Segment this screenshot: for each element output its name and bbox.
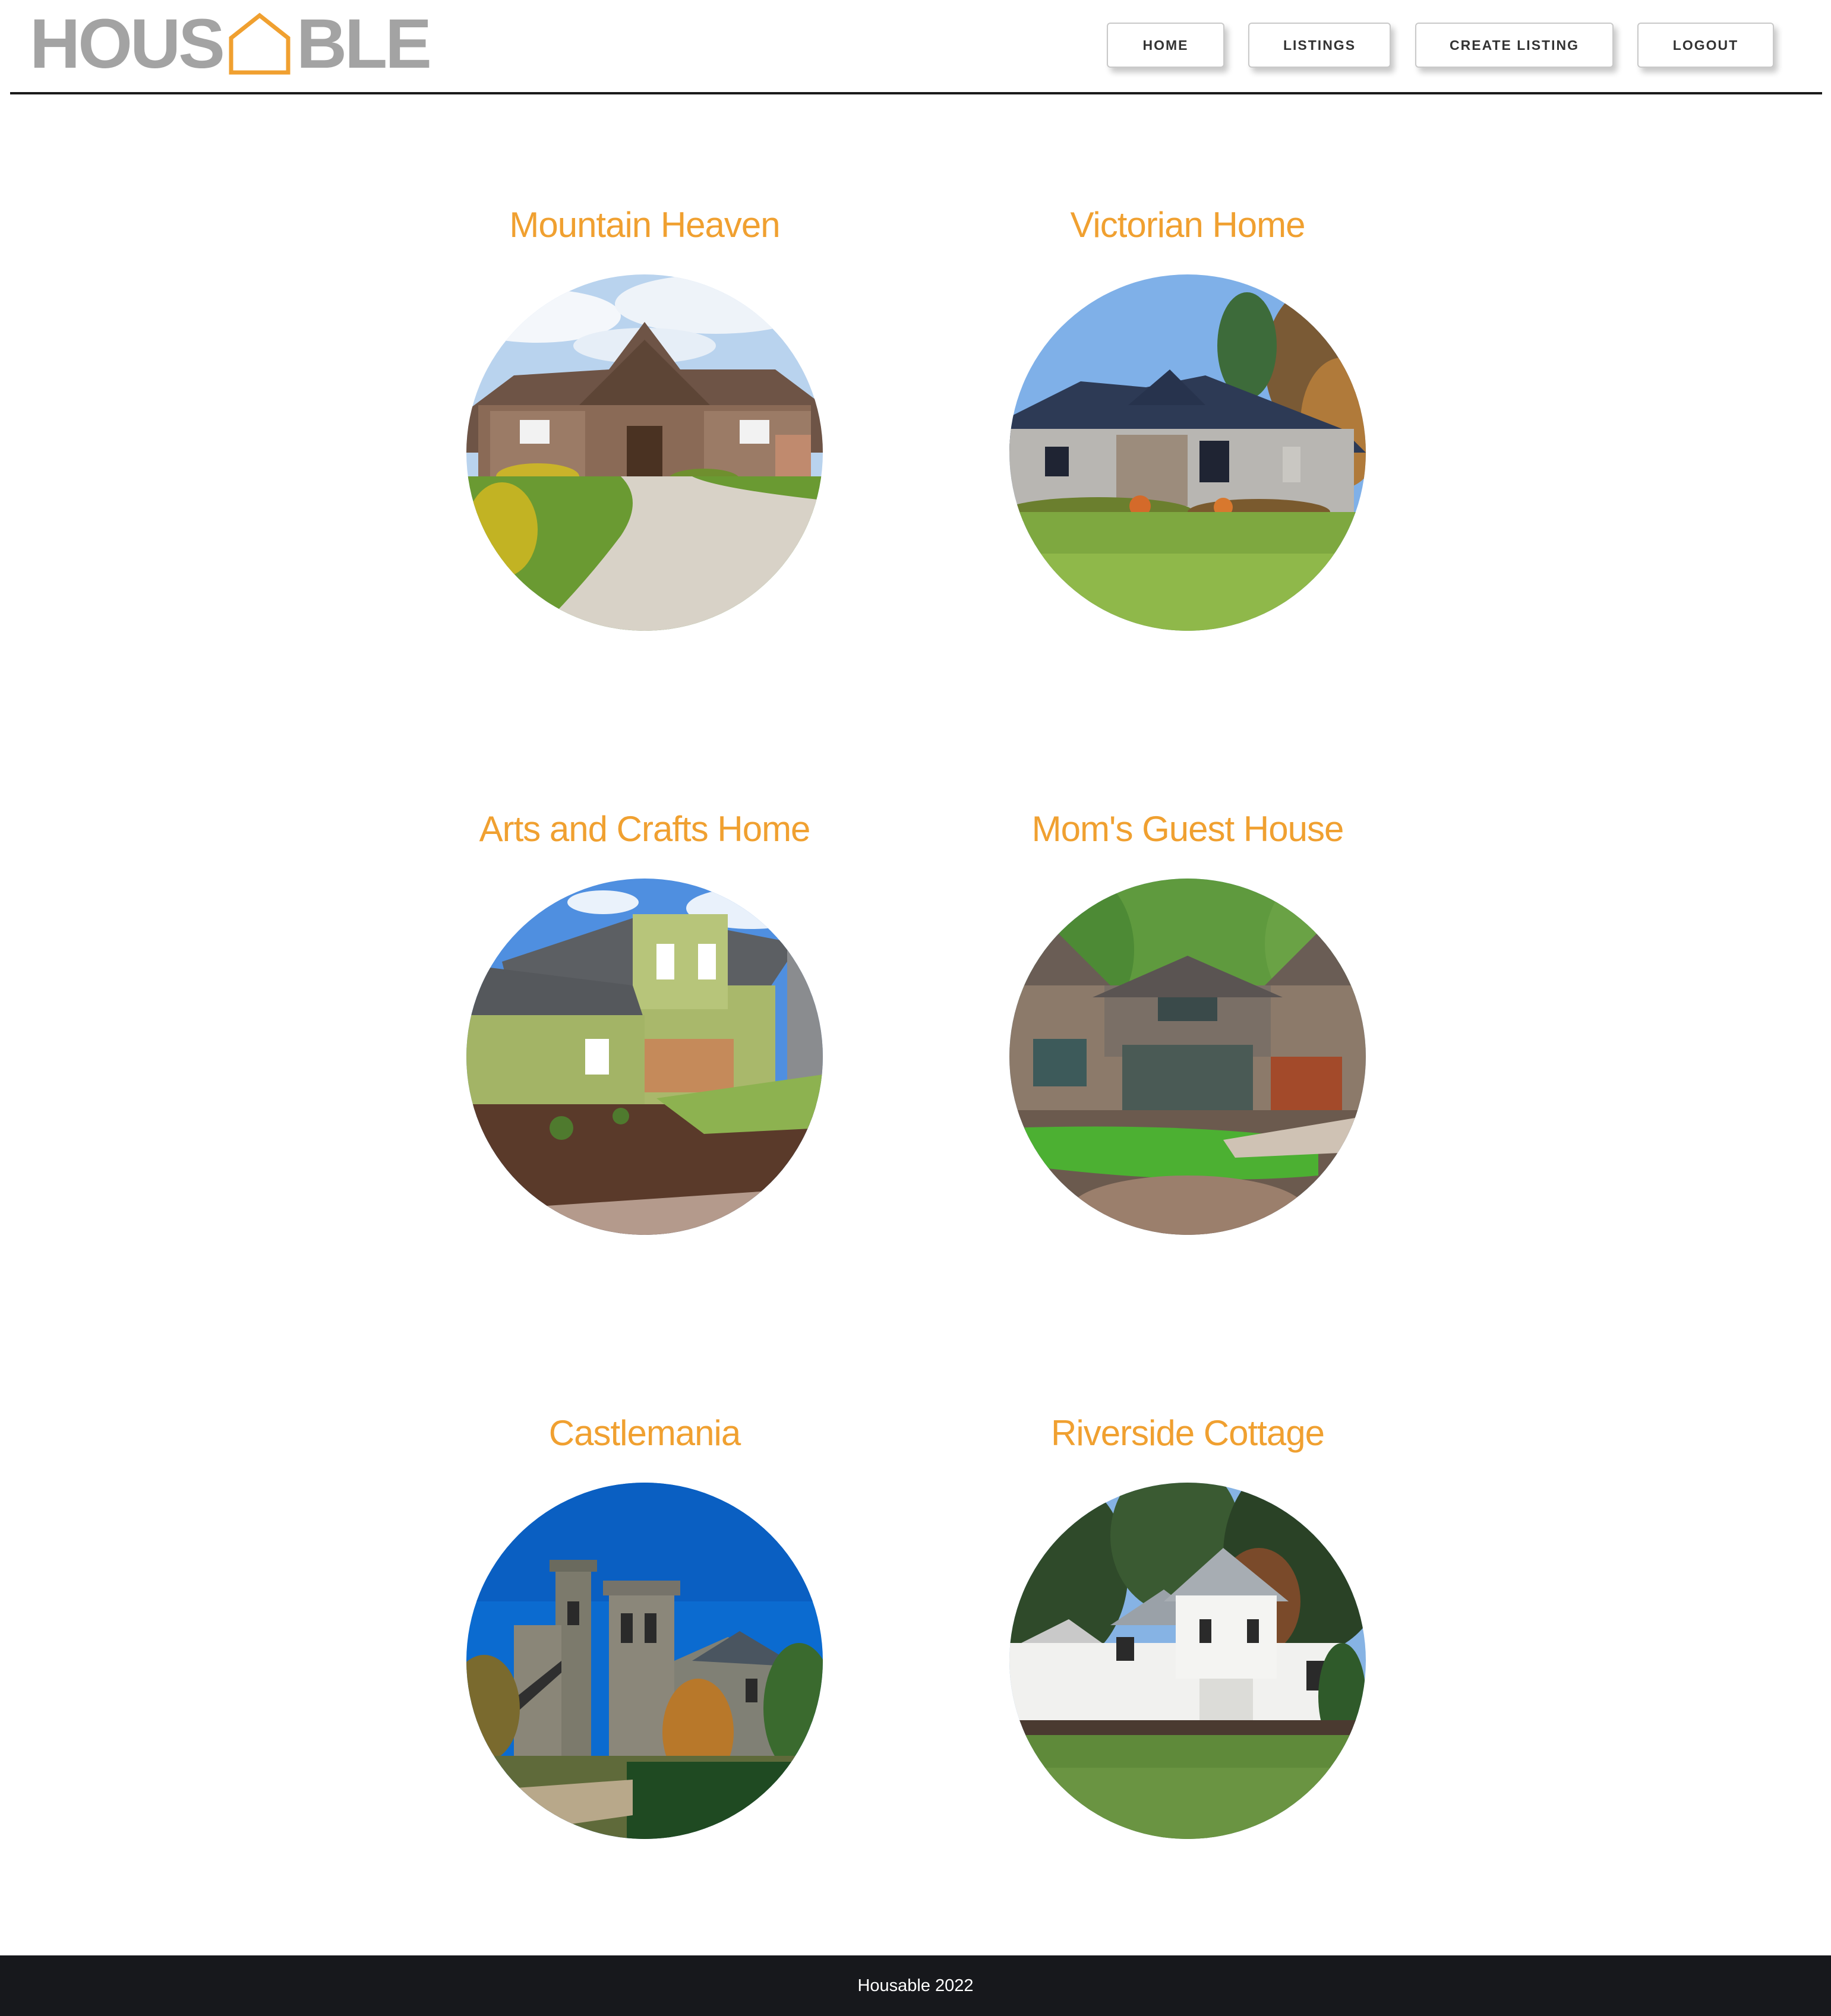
listing-card-mountain-heaven[interactable]: Mountain Heaven <box>437 207 853 631</box>
footer-copyright: Housable 2022 <box>857 1976 974 1995</box>
listing-card-arts-and-crafts-home[interactable]: Arts and Crafts Home <box>437 811 853 1235</box>
listing-title[interactable]: Victorian Home <box>980 207 1396 247</box>
header-divider <box>10 92 1822 94</box>
logout-button[interactable]: LOGOUT <box>1637 23 1774 68</box>
listing-card-moms-guest-house[interactable]: Mom's Guest House <box>980 811 1396 1235</box>
create-listing-button[interactable]: CREATE LISTING <box>1415 23 1614 68</box>
listing-title[interactable]: Mom's Guest House <box>980 811 1396 851</box>
listing-title[interactable]: Mountain Heaven <box>437 207 853 247</box>
stone-craftsman-house-photo[interactable] <box>466 274 823 631</box>
listing-title[interactable]: Riverside Cottage <box>980 1415 1396 1455</box>
listing-card-victorian-home[interactable]: Victorian Home <box>980 207 1396 631</box>
main-nav: HOME LISTINGS CREATE LISTING LOGOUT <box>0 23 1831 68</box>
listing-card-castlemania[interactable]: Castlemania <box>437 1415 853 1839</box>
gray-ranch-house-photo[interactable] <box>1009 274 1366 631</box>
listing-card-riverside-cottage[interactable]: Riverside Cottage <box>980 1415 1396 1839</box>
listing-title[interactable]: Castlemania <box>437 1415 853 1455</box>
stone-castle-photo[interactable] <box>466 1483 823 1839</box>
site-footer: Housable 2022 <box>0 1955 1831 2016</box>
white-farmhouse-photo[interactable] <box>1009 1483 1366 1839</box>
listings-button[interactable]: LISTINGS <box>1248 23 1391 68</box>
green-two-story-house-photo[interactable] <box>466 879 823 1235</box>
home-button[interactable]: HOME <box>1107 23 1224 68</box>
site-header: HOUS BLE HOME LISTINGS CREATE LISTING LO… <box>0 0 1831 95</box>
stone-cottage-house-photo[interactable] <box>1009 879 1366 1235</box>
listing-title[interactable]: Arts and Crafts Home <box>437 811 853 851</box>
